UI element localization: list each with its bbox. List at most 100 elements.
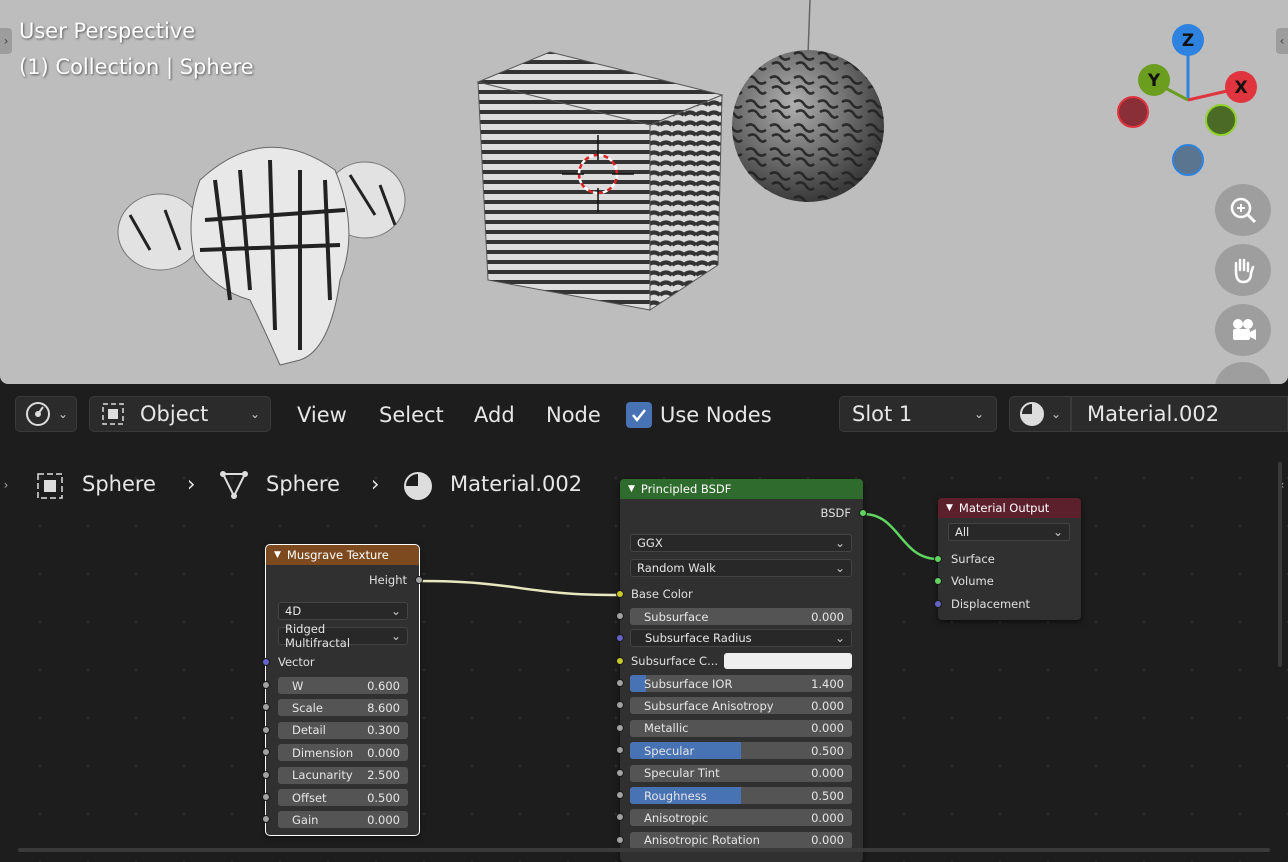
vertical-scrollbar[interactable] [1278,462,1282,667]
input-socket[interactable] [262,703,270,712]
input-socket[interactable] [262,725,270,734]
3d-viewport[interactable]: › ‹ User Perspective (1) Collection | Sp… [0,0,1288,384]
chevron-down-icon: ⌄ [57,407,69,421]
zoom-icon [1230,197,1257,224]
roughness-field[interactable]: Roughness 0.500 [630,787,852,804]
menu-add[interactable]: Add [474,403,515,427]
input-socket[interactable] [616,634,624,642]
input-socket[interactable] [934,600,942,608]
node-editor-canvas[interactable]: › ‹ Sphere › Sphere › Material.002 ▼ Mus… [0,444,1288,862]
sphere-mesh[interactable] [732,0,884,202]
object-type-selector[interactable]: Object ⌄ [89,396,271,432]
input-socket[interactable] [616,813,624,822]
detail-field[interactable]: Detail 0.300 [278,721,408,739]
input-socket[interactable] [616,590,624,598]
node-header[interactable]: ▼ Principled BSDF [620,479,863,499]
node-header[interactable]: ▼ Material Output [938,498,1081,518]
input-lacunarity: Lacunarity 2.500 [262,766,419,784]
output-socket[interactable] [415,576,423,584]
cube-mesh[interactable] [476,51,724,311]
lacunarity-field[interactable]: Lacunarity 2.500 [278,766,408,784]
subsurface-radius-dropdown[interactable]: Subsurface Radius ⌄ [630,629,852,647]
material-output-node[interactable]: ▼ Material Output All ⌄ Surface Volume Di… [934,498,1081,620]
subsurface-method-dropdown[interactable]: Random Walk ⌄ [630,559,852,577]
axis-gizmo[interactable]: Z Y X [1117,24,1257,176]
camera-view-button[interactable] [1215,304,1271,356]
socket-label: Surface [951,552,995,566]
offset-field[interactable]: Offset 0.500 [278,789,408,806]
input-socket[interactable] [934,577,942,585]
use-nodes-label[interactable]: Use Nodes [660,403,772,427]
musgrave-type-dropdown[interactable]: Ridged Multifractal ⌄ [278,622,408,650]
input-displacement: Displacement [934,595,1081,613]
dimension-field[interactable]: Dimension 0.000 [278,744,408,762]
input-socket[interactable] [616,768,624,777]
suzanne-mesh[interactable] [117,146,406,366]
subsurface-field[interactable]: Subsurface 0.000 [630,608,852,625]
zoom-button[interactable] [1215,184,1271,236]
anisotropic-field[interactable]: Anisotropic 0.000 [630,809,852,827]
editor-toolbar-arrow[interactable]: › [0,472,12,498]
collapse-triangle-icon[interactable]: ▼ [628,484,635,494]
material-icon [404,472,432,500]
render-target-dropdown[interactable]: All ⌄ [948,523,1070,541]
anisotropic-rotation-field[interactable]: Anisotropic Rotation 0.000 [630,831,852,849]
input-socket[interactable] [616,791,624,799]
input-socket[interactable] [934,555,942,563]
musgrave-texture-node[interactable]: ▼ Musgrave Texture Height 4D ⌄ Ridged Mul… [262,544,423,836]
input-specular: Specular 0.500 [616,741,863,760]
input-subsurface-radius: Subsurface Radius ⌄ [616,629,863,647]
input-socket[interactable] [616,835,624,844]
menu-select[interactable]: Select [379,403,444,427]
input-socket[interactable] [262,770,270,779]
input-detail: Detail 0.300 [262,721,419,739]
input-socket[interactable] [616,657,624,665]
slot-selector[interactable]: Slot 1 ⌄ [839,396,997,432]
use-nodes-checkbox[interactable] [626,402,652,428]
gain-field[interactable]: Gain 0.000 [278,811,408,829]
input-socket[interactable] [262,815,270,824]
input-socket[interactable] [616,701,624,710]
dimensions-dropdown[interactable]: 4D ⌄ [278,602,408,620]
socket-label: BSDF [820,506,851,520]
node-header[interactable]: ▼ Musgrave Texture [266,545,419,565]
editor-type-selector[interactable]: ⌄ [15,396,77,432]
input-socket[interactable] [262,681,270,689]
input-socket[interactable] [262,748,270,757]
node-editor-icon [25,402,50,426]
subsurface-color-swatch[interactable] [724,653,852,669]
subsurface-anisotropy-field[interactable]: Subsurface Anisotropy 0.000 [630,697,852,715]
menu-view[interactable]: View [297,403,347,427]
collapse-triangle-icon[interactable]: ▼ [946,503,953,513]
input-subsurface-anisotropy: Subsurface Anisotropy 0.000 [616,696,863,715]
link-height-to-base-color [418,579,620,597]
scene-objects[interactable]: Z Y X [0,0,1288,384]
w-field[interactable]: W 0.600 [278,677,408,694]
output-bsdf: BSDF [620,504,867,522]
input-socket[interactable] [616,746,624,755]
output-socket[interactable] [859,509,867,517]
chevron-down-icon: ⌄ [1050,407,1062,421]
horizontal-scrollbar[interactable] [18,848,1270,852]
scale-field[interactable]: Scale 8.600 [278,699,408,717]
specular-tint-field[interactable]: Specular Tint 0.000 [630,764,852,782]
material-browse-button[interactable]: ⌄ [1009,396,1071,432]
node-editor-header: ⌄ Object ⌄ View Select Add Node Use Node… [0,384,1288,444]
input-socket[interactable] [616,679,624,687]
input-socket[interactable] [262,793,270,801]
subsurface-ior-field[interactable]: Subsurface IOR 1.400 [630,675,852,692]
socket-label: Height [368,573,407,587]
menu-node[interactable]: Node [546,403,601,427]
specular-field[interactable]: Specular 0.500 [630,742,852,760]
pan-button[interactable] [1215,244,1271,296]
collapse-triangle-icon[interactable]: ▼ [274,550,281,560]
distribution-dropdown[interactable]: GGX ⌄ [630,534,852,552]
chevron-right-icon: › [187,472,196,496]
input-socket[interactable] [616,723,624,732]
input-socket[interactable] [262,658,270,666]
metallic-field[interactable]: Metallic 0.000 [630,719,852,737]
principled-bsdf-node[interactable]: ▼ Principled BSDF BSDF GGX ⌄ Random Walk ⌄… [616,479,867,862]
hand-icon [1234,258,1255,284]
material-name-field[interactable]: Material.002 [1071,396,1288,432]
input-socket[interactable] [616,612,624,620]
